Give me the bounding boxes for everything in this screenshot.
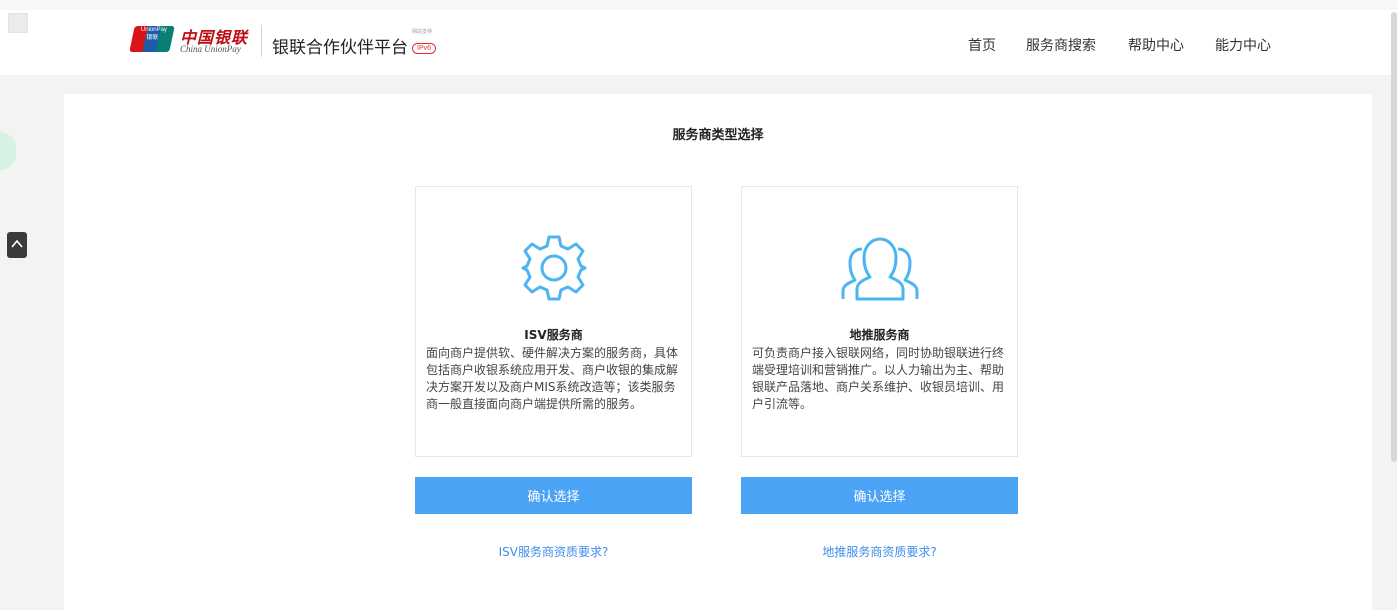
ipv6-pill: IPv6 [412,43,437,54]
nav-item-provider-search[interactable]: 服务商搜索 [1026,35,1096,55]
users-icon [742,233,1017,307]
page-title: 服务商类型选择 [672,128,764,143]
unionpay-logo[interactable]: UnionPay 银联 [129,26,175,52]
nav-item-capability-center[interactable]: 能力中心 [1215,35,1271,55]
floating-back-button[interactable] [7,232,27,258]
brand-name-en: China UnionPay [180,44,241,54]
card-ground-provider[interactable]: 地推服务商 可负责商户接入银联网络，同时协助银联进行终端受理培训和营销推广。以人… [741,186,1018,457]
card-description: 可负责商户接入银联网络，同时协助银联进行终端受理培训和营销推广。以人力输出为主、… [752,346,1005,411]
ipv6-badge: 网站支持 IPv6 [412,29,442,54]
top-header: UnionPay 银联 中国银联 China UnionPay 银联合作伙伴平台… [0,0,1397,75]
page-scrollbar[interactable] [1391,12,1397,462]
gear-icon [416,233,691,307]
main-panel: 服务商类型选择 ISV服务商 面向商户提供软、硬件解决方案的服务商，具体包括商户… [64,94,1372,610]
nav-item-home[interactable]: 首页 [968,35,996,55]
card-title: 地推服务商 [849,328,910,342]
isv-requirements-link[interactable]: ISV服务商资质要求? [415,543,692,560]
back-arrow-icon [11,239,23,248]
card-isv-provider[interactable]: ISV服务商 面向商户提供软、硬件解决方案的服务商，具体包括商户收银系统应用开发… [415,186,692,457]
ground-requirements-link[interactable]: 地推服务商资质要求? [741,543,1018,560]
window-control-square[interactable] [8,13,28,33]
confirm-ground-button[interactable]: 确认选择 [741,477,1018,514]
logo-text-top: UnionPay [140,27,167,33]
nav-item-help-center[interactable]: 帮助中心 [1128,35,1184,55]
ipv6-support-label: 网站支持 [412,29,433,35]
brand-divider [261,25,262,57]
card-title: ISV服务商 [524,328,583,342]
floating-side-tab[interactable] [0,132,16,170]
confirm-isv-button[interactable]: 确认选择 [415,477,692,514]
top-strip [0,0,1397,10]
card-description: 面向商户提供软、硬件解决方案的服务商，具体包括商户收银系统应用开发、商户收银的集… [426,346,679,411]
platform-title: 银联合作伙伴平台 [272,38,408,58]
logo-text-bottom: 银联 [146,35,159,41]
